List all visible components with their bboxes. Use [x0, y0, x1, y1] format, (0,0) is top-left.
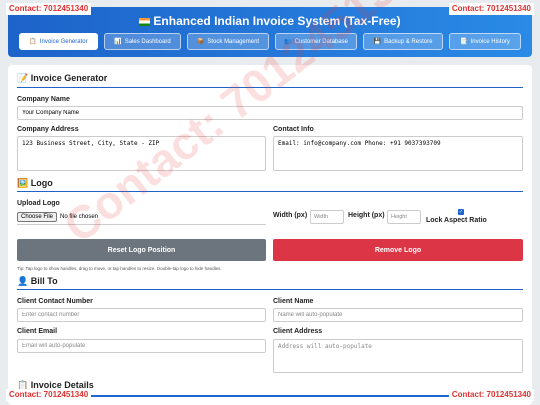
company-name-label: Company Name: [17, 96, 70, 103]
logo-width-input[interactable]: [310, 210, 344, 224]
lock-aspect-checkbox[interactable]: ✓: [458, 209, 464, 215]
nav-sales-dashboard[interactable]: 📊 Sales Dashboard: [104, 33, 181, 50]
upload-underline: [17, 224, 266, 225]
invoice-form-panel: 📝 Invoice Generator Company Name Company…: [8, 65, 532, 405]
logo-tip-text: Tip: Tap logo to show handles, drag to m…: [17, 266, 222, 271]
nav-label: Invoice History: [470, 38, 510, 45]
person-icon: 👤: [17, 276, 29, 286]
client-name-input[interactable]: [273, 308, 523, 322]
floppy-disk-icon: 💾: [373, 39, 382, 45]
users-icon: 👥: [284, 39, 292, 45]
nav-stock-management[interactable]: 📦 Stock Management: [187, 33, 269, 50]
contact-badge-top-left: Contact: 7012451340: [6, 3, 92, 15]
india-flag-icon: [139, 18, 151, 26]
company-name-input[interactable]: [17, 106, 523, 120]
section-divider: [17, 191, 523, 192]
section-title-logo: 🖼️ Logo: [17, 178, 53, 188]
client-address-textarea[interactable]: [273, 339, 523, 373]
chart-icon: 📊: [114, 39, 122, 45]
section-divider: [17, 87, 523, 88]
file-status-text: No file chosen: [60, 214, 99, 220]
section-title-invoice-generator: 📝 Invoice Generator: [17, 73, 108, 83]
nav-customer-database[interactable]: 👥 Customer Database: [275, 33, 357, 50]
nav-label: Backup & Restore: [384, 38, 433, 45]
width-label: Width (px): [273, 212, 308, 219]
contact-badge-bottom-left: Contact: 7012451340: [6, 389, 92, 401]
lock-aspect-label: Lock Aspect Ratio: [426, 217, 487, 224]
picture-icon: 🖼️: [17, 178, 29, 188]
client-email-label: Client Email: [17, 328, 58, 335]
client-contact-input[interactable]: [17, 308, 266, 322]
nav-invoice-generator[interactable]: 📋 Invoice Generator: [19, 33, 98, 50]
nav-label: Invoice Generator: [39, 38, 88, 45]
section-divider: [17, 289, 523, 290]
clipboard-icon: 📋: [29, 39, 37, 45]
choose-file-button[interactable]: Choose File: [17, 212, 58, 222]
nav-backup-restore[interactable]: 💾 Backup & Restore: [363, 33, 443, 50]
client-address-label: Client Address: [273, 328, 323, 335]
main-nav: 📋 Invoice Generator 📊 Sales Dashboard 📦 …: [19, 33, 521, 50]
package-icon: 📦: [196, 39, 205, 45]
contact-info-textarea[interactable]: [273, 136, 523, 171]
app-title-text: Enhanced Indian Invoice System (Tax-Free…: [153, 14, 401, 28]
contact-badge-top-right: Contact: 7012451340: [448, 3, 534, 15]
document-icon: 📑: [460, 39, 468, 45]
logo-height-input[interactable]: [387, 210, 421, 224]
company-address-textarea[interactable]: [17, 136, 266, 171]
company-address-label: Company Address: [17, 126, 79, 133]
app-title: Enhanced Indian Invoice System (Tax-Free…: [8, 14, 532, 28]
bottom-divider: [80, 395, 460, 397]
remove-logo-button[interactable]: Remove Logo: [273, 239, 523, 261]
nav-invoice-history[interactable]: 📑 Invoice History: [449, 33, 521, 50]
nav-label: Customer Database: [294, 38, 348, 45]
client-contact-label: Client Contact Number: [17, 298, 93, 305]
nav-label: Stock Management: [207, 38, 260, 45]
upload-logo-label: Upload Logo: [17, 200, 60, 207]
memo-icon: 📝: [17, 73, 29, 83]
contact-badge-bottom-right: Contact: 7012451340: [448, 389, 534, 401]
height-label: Height (px): [348, 212, 385, 219]
client-name-label: Client Name: [273, 298, 314, 305]
reset-logo-position-button[interactable]: Reset Logo Position: [17, 239, 266, 261]
nav-label: Sales Dashboard: [124, 38, 171, 45]
client-email-input[interactable]: [17, 339, 266, 353]
section-title-bill-to: 👤 Bill To: [17, 276, 58, 286]
contact-info-label: Contact Info: [273, 126, 314, 133]
